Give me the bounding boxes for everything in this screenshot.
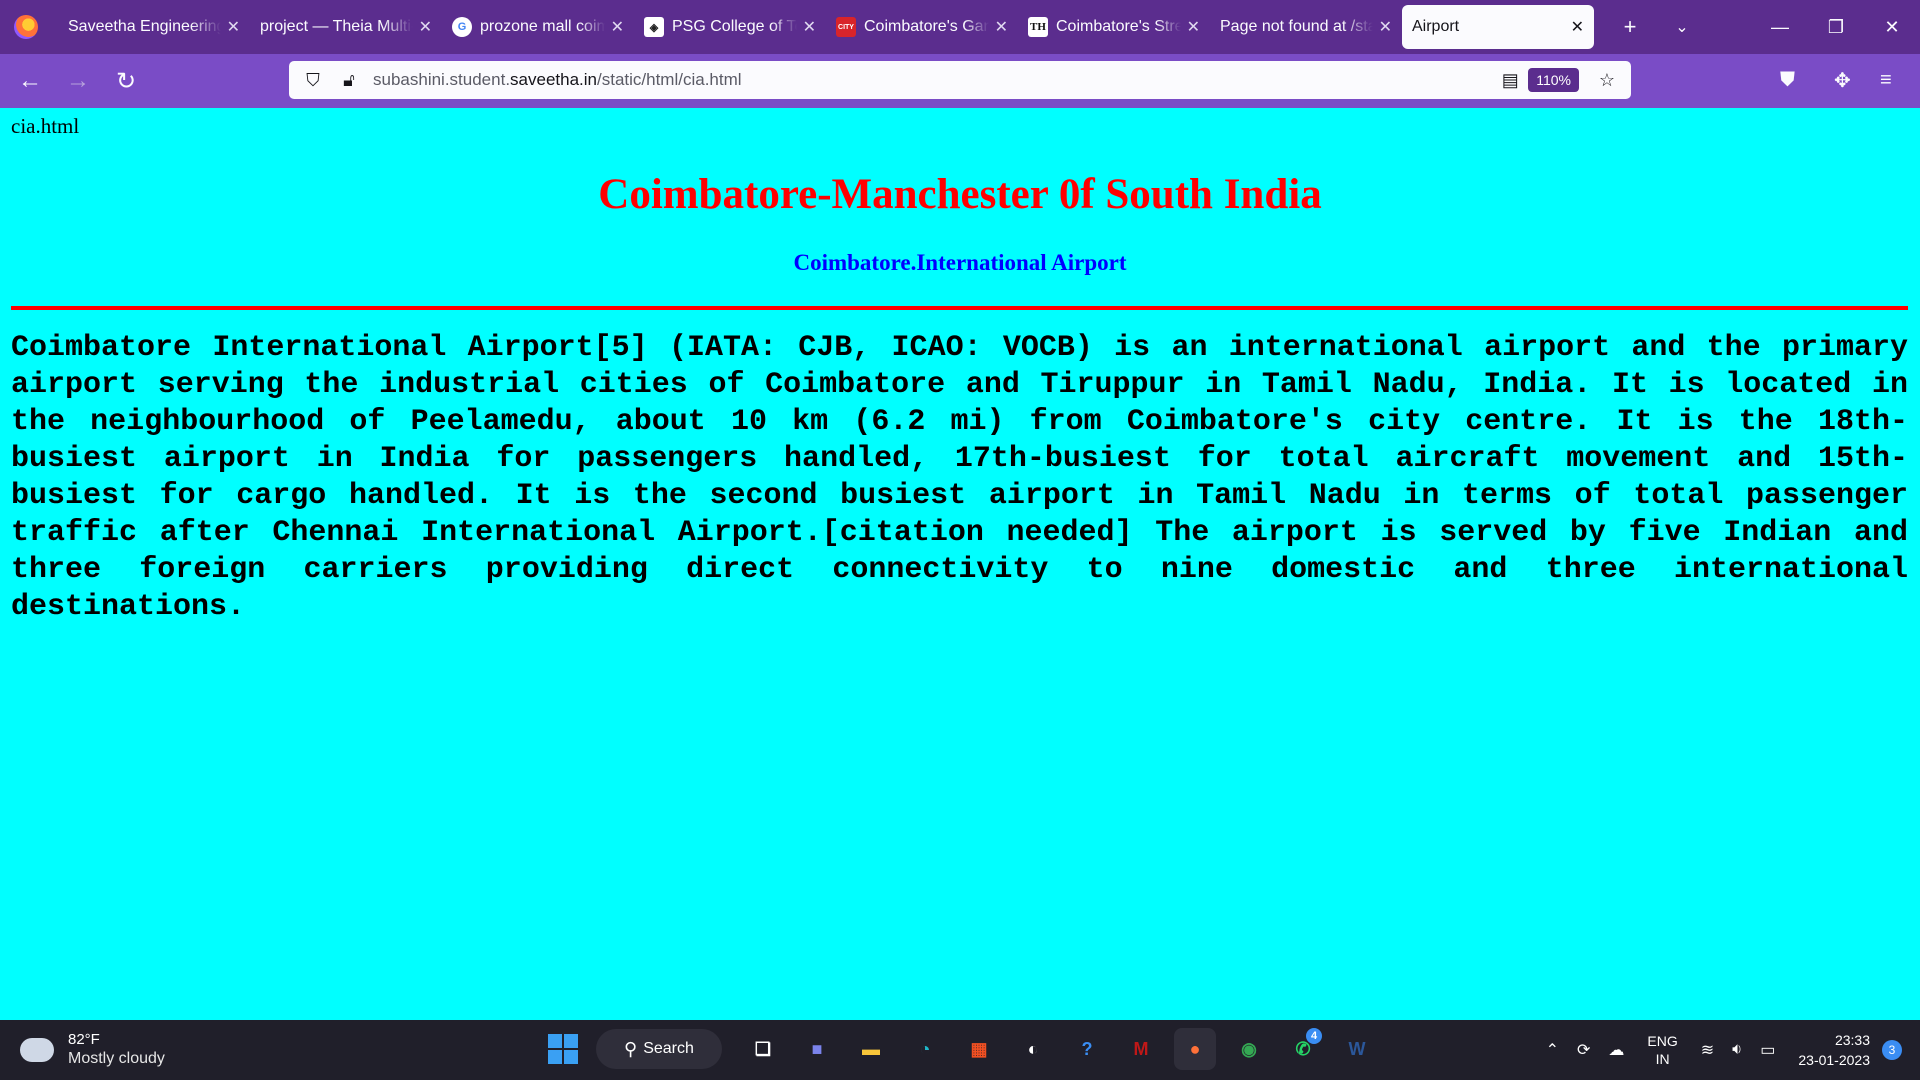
tab-saveetha[interactable]: Saveetha Engineering ✕ — [58, 5, 250, 49]
help-icon[interactable]: ? — [1066, 1028, 1108, 1070]
psg-logo-icon: ◈ — [644, 17, 664, 37]
weather-desc: Mostly cloudy — [68, 1050, 165, 1067]
close-tab-icon[interactable]: ✕ — [803, 17, 816, 37]
taskbar-search[interactable]: ⚲ Search — [596, 1029, 722, 1069]
whatsapp-badge: 4 — [1306, 1028, 1322, 1044]
menu-icon[interactable]: ≡ — [1880, 60, 1892, 100]
horizontal-rule — [11, 306, 1908, 310]
minimize-icon[interactable]: — — [1752, 0, 1808, 54]
system-tray: ⌃ ⟳ ☁ ENG IN ≋ 🔉︎ ▭ 23:33 23-01-2023 3 — [1537, 1020, 1920, 1080]
close-tab-icon[interactable]: ✕ — [1571, 17, 1584, 37]
article-paragraph: Coimbatore International Airport[5] (IAT… — [11, 331, 1908, 624]
close-tab-icon[interactable]: ✕ — [1379, 17, 1392, 37]
tab-page-not-found[interactable]: Page not found at /static ✕ — [1210, 5, 1402, 49]
reload-icon[interactable]: ↻ — [104, 59, 148, 103]
firefox-taskbar-icon[interactable]: ● — [1174, 1028, 1216, 1070]
input-language[interactable]: ENG IN — [1647, 1032, 1677, 1068]
date: 23-01-2023 — [1798, 1052, 1870, 1068]
tab-title: prozone mall coimbatore — [480, 18, 605, 35]
notification-badge[interactable]: 3 — [1882, 1040, 1902, 1060]
word-icon[interactable]: W — [1336, 1028, 1378, 1070]
new-tab-icon[interactable]: + — [1604, 14, 1656, 40]
shield-icon[interactable]: ⛉ — [295, 70, 331, 91]
tab-street[interactable]: TH Coimbatore's Street ✕ — [1018, 5, 1210, 49]
tab-title: Airport — [1412, 18, 1460, 35]
page-label: cia.html — [11, 114, 80, 138]
forward-icon[interactable]: → — [56, 59, 100, 103]
battery-icon[interactable]: ▭ — [1760, 1040, 1775, 1060]
windows-start-icon[interactable] — [548, 1034, 578, 1064]
weather-cloud-icon — [16, 1027, 54, 1062]
tab-title: project — Theia Multi- — [260, 18, 413, 35]
address-bar[interactable]: ⛉ 🔓︎ subashini.student.saveetha.in/stati… — [289, 61, 1631, 99]
close-tab-icon[interactable]: ✕ — [995, 17, 1008, 37]
back-icon[interactable]: ← — [8, 59, 52, 103]
close-tab-icon[interactable]: ✕ — [227, 17, 240, 37]
the-hindu-logo-icon: TH — [1028, 17, 1048, 37]
url-text[interactable]: subashini.student.saveetha.in/static/htm… — [373, 70, 1492, 90]
bookmark-star-icon[interactable]: ☆ — [1589, 70, 1625, 91]
tab-title: Coimbatore's Street — [1056, 18, 1181, 35]
close-tab-icon[interactable]: ✕ — [419, 17, 432, 37]
tab-title: Coimbatore's Gangs — [864, 18, 989, 35]
page-heading: Coimbatore-Manchester 0f South India — [598, 171, 1322, 218]
onedrive-cloud-icon[interactable]: ☁ — [1608, 1040, 1624, 1060]
city-logo-icon: CITY — [836, 17, 856, 37]
reader-view-icon[interactable]: ▤ — [1492, 70, 1528, 91]
google-icon: G — [452, 17, 472, 37]
firefox-logo-icon[interactable] — [14, 15, 38, 39]
chevron-up-icon[interactable]: ⌃ — [1546, 1040, 1559, 1060]
tab-gangs[interactable]: CITY Coimbatore's Gangs ✕ — [826, 5, 1018, 49]
time: 23:33 — [1834, 1032, 1870, 1048]
tab-strip: Saveetha Engineering ✕ project — Theia M… — [0, 0, 1920, 54]
volume-icon[interactable]: 🔉︎ — [1732, 1041, 1742, 1059]
clock[interactable]: 23:33 23-01-2023 — [1798, 1030, 1870, 1070]
tab-title: Page not found at /static — [1220, 18, 1373, 35]
weather-widget[interactable]: 82°F Mostly cloudy — [16, 1027, 165, 1069]
list-all-tabs-icon[interactable]: ⌄ — [1656, 17, 1708, 37]
close-tab-icon[interactable]: ✕ — [611, 17, 624, 37]
chrome-icon[interactable]: ◉ — [1228, 1028, 1270, 1070]
task-view-icon[interactable]: ❏ — [742, 1028, 784, 1070]
mcafee-icon[interactable]: M — [1120, 1028, 1162, 1070]
extensions-icon[interactable]: ✥ — [1834, 60, 1851, 100]
tab-title: Saveetha Engineering — [68, 18, 221, 35]
page-subheading: Coimbatore.International Airport — [793, 250, 1127, 275]
tab-theia[interactable]: project — Theia Multi- ✕ — [250, 5, 442, 49]
tab-psg[interactable]: ◈ PSG College of Technology ✕ — [634, 5, 826, 49]
tab-title: PSG College of Technology — [672, 18, 797, 35]
close-tab-icon[interactable]: ✕ — [1187, 17, 1200, 37]
app-icon[interactable]: ◐ — [1012, 1028, 1054, 1070]
sync-icon[interactable]: ⟳ — [1577, 1040, 1590, 1060]
search-icon: ⚲ — [624, 1038, 638, 1059]
insecure-lock-icon[interactable]: 🔓︎ — [331, 70, 367, 91]
restore-icon[interactable]: ❐ — [1808, 0, 1864, 54]
tab-airport[interactable]: Airport ✕ — [1402, 5, 1594, 49]
whatsapp-icon[interactable]: ✆ 4 — [1282, 1028, 1324, 1070]
tab-prozone[interactable]: G prozone mall coimbatore ✕ — [442, 5, 634, 49]
wifi-icon[interactable]: ≋ — [1701, 1040, 1714, 1060]
zoom-level[interactable]: 110% — [1528, 68, 1579, 92]
edge-icon[interactable]: ◔ — [904, 1028, 946, 1070]
microsoft-store-icon[interactable]: ▦ — [958, 1028, 1000, 1070]
file-explorer-icon[interactable]: ▬ — [850, 1028, 892, 1070]
pocket-icon[interactable]: ⛊ — [1780, 60, 1795, 100]
close-window-icon[interactable]: ✕ — [1864, 0, 1920, 54]
teams-chat-icon[interactable]: ■ — [796, 1028, 838, 1070]
weather-temp: 82°F — [68, 1031, 100, 1048]
